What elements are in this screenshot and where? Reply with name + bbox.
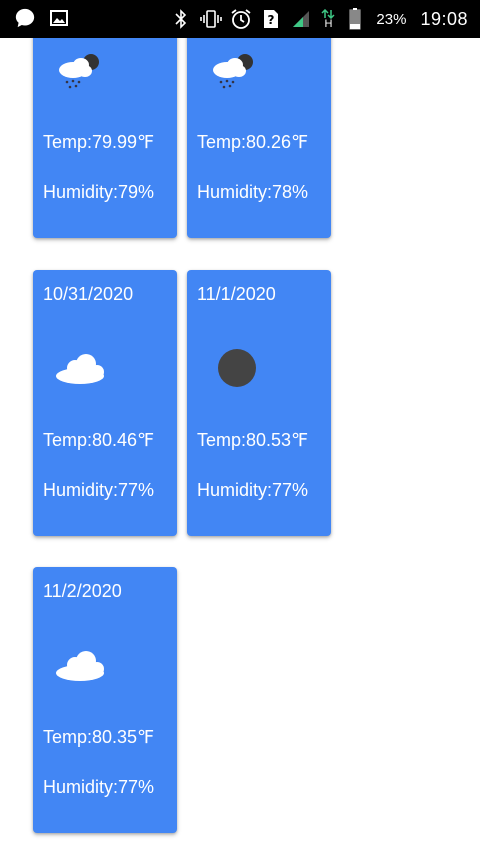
forecast-humidity: Humidity:78%: [197, 182, 309, 202]
battery-percent: 23%: [376, 10, 407, 28]
network-type-label: H: [324, 17, 333, 30]
forecast-humidity: Humidity:77%: [197, 480, 309, 500]
forecast-date: 10/31/2020: [43, 284, 134, 304]
forecast-card[interactable]: 11/2/2020 Temp:80.35℉ Humidity:77%: [33, 567, 177, 833]
battery-icon: [344, 8, 366, 30]
clock-time: 19:08: [420, 8, 468, 29]
forecast-temperature: Temp:80.35℉: [43, 727, 155, 747]
image-icon: [48, 7, 70, 29]
vibrate-icon: [200, 8, 223, 30]
moon-icon: [207, 346, 263, 390]
signal-icon: [290, 8, 312, 30]
forecast-date: 11/2/2020: [43, 581, 122, 601]
svg-text:?: ?: [268, 13, 275, 27]
forecast-temperature: Temp:80.26℉: [197, 132, 309, 152]
forecast-humidity: Humidity:79%: [43, 182, 155, 202]
forecast-card[interactable]: Temp:80.26℉ Humidity:78%: [187, 38, 331, 238]
rain-night-icon: [53, 50, 109, 94]
forecast-temperature: Temp:80.46℉: [43, 430, 155, 450]
forecast-card[interactable]: Temp:79.99℉ Humidity:79%: [33, 38, 177, 238]
forecast-date: 11/1/2020: [197, 284, 276, 304]
unknown-sim-icon: ?: [260, 8, 282, 30]
forecast-temperature: Temp:80.53℉: [197, 430, 309, 450]
forecast-humidity: Humidity:77%: [43, 480, 155, 500]
chat-bubble-icon: [14, 7, 36, 29]
status-bar: ? H 23% 19:08: [0, 0, 480, 38]
forecast-list[interactable]: Temp:79.99℉ Humidity:79% Temp:80.26℉ Hum…: [0, 38, 480, 854]
forecast-card[interactable]: 11/1/2020 Temp:80.53℉ Humidity:77%: [187, 270, 331, 536]
network-type-icon: H: [320, 8, 336, 30]
forecast-humidity: Humidity:77%: [43, 777, 155, 797]
forecast-temperature: Temp:79.99℉: [43, 132, 155, 152]
rain-night-icon: [207, 50, 263, 94]
cloud-icon: [53, 643, 109, 687]
cloud-icon: [53, 346, 109, 390]
alarm-icon: [230, 8, 252, 30]
bluetooth-icon: [170, 8, 192, 30]
forecast-card[interactable]: 10/31/2020 Temp:80.46℉ Humidity:77%: [33, 270, 177, 536]
